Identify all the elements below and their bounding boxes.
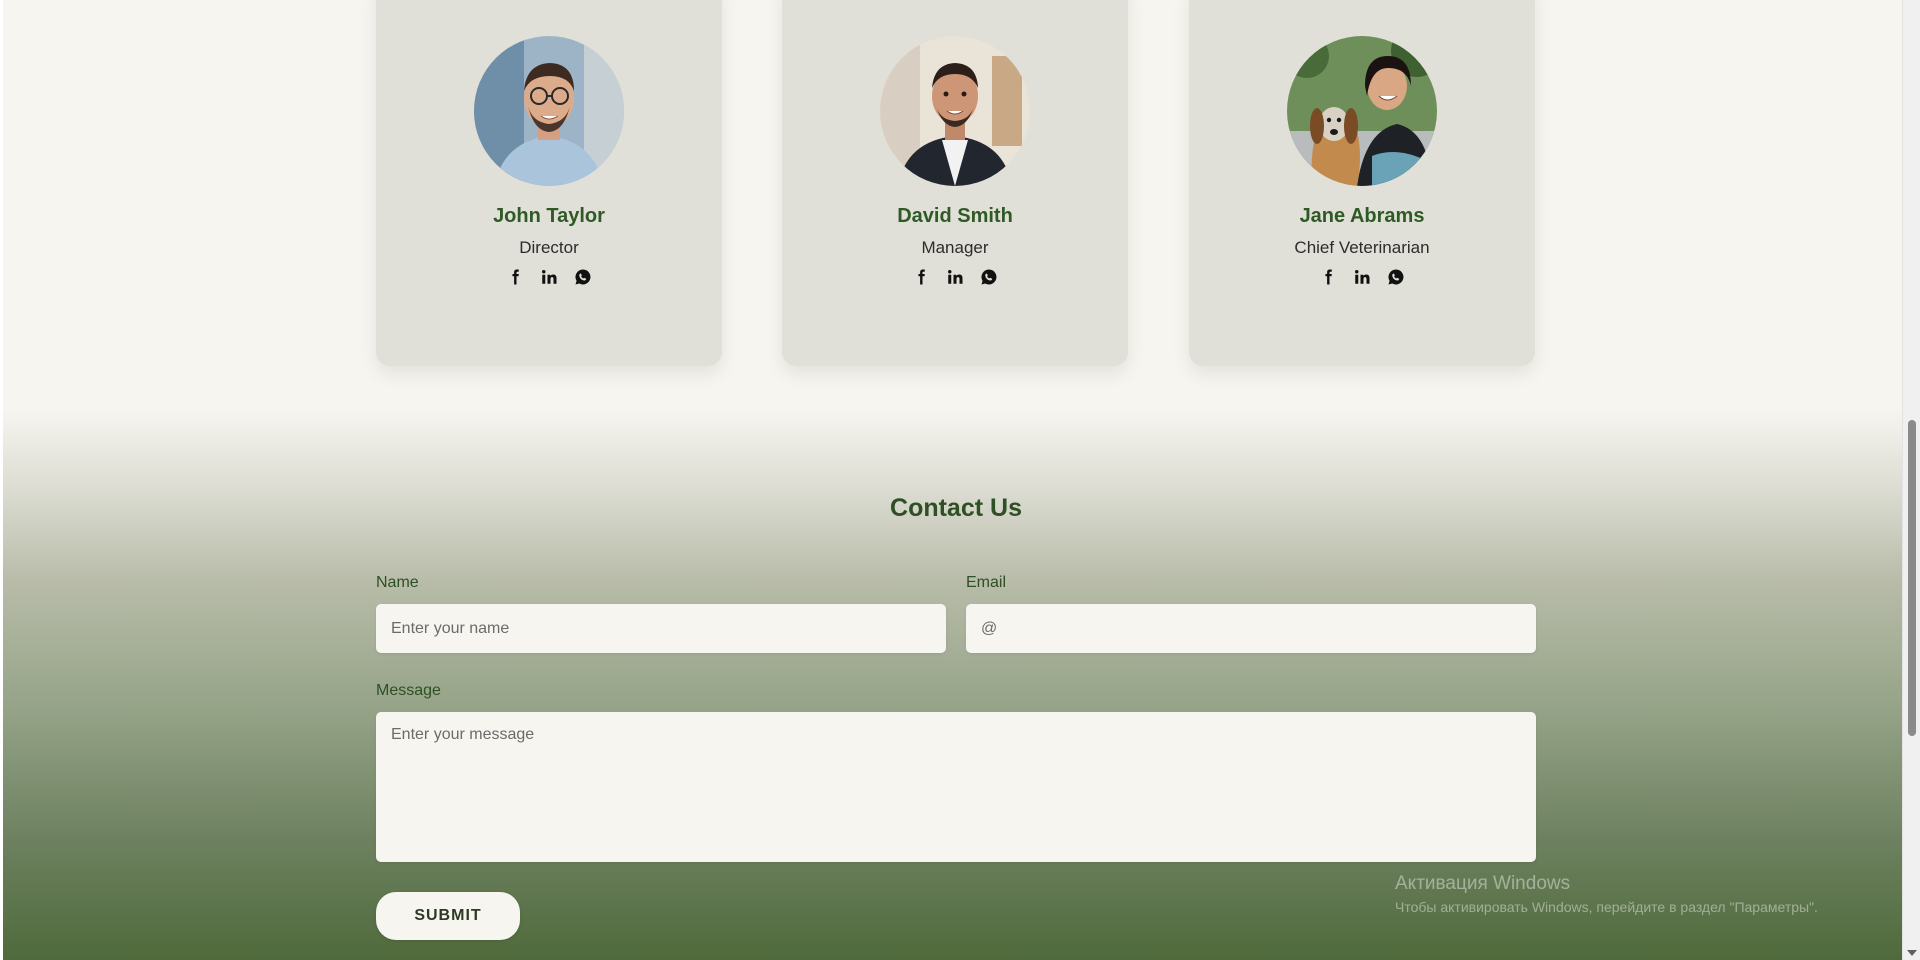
scrollbar-thumb[interactable] (1908, 420, 1916, 736)
email-label: Email (966, 574, 1007, 591)
windows-activation-watermark: Активация Windows Чтобы активировать Win… (1395, 873, 1818, 915)
linkedin-icon[interactable] (540, 268, 558, 286)
avatar-jane-abrams (1287, 36, 1437, 186)
member-name: David Smith (897, 205, 1013, 227)
facebook-icon[interactable] (1319, 268, 1337, 286)
team-card-john-taylor: John Taylor Director (376, 0, 722, 366)
team-card-jane-abrams: Jane Abrams Chief Veterinarian (1189, 0, 1535, 366)
vertical-scrollbar[interactable] (1902, 0, 1920, 960)
social-links (782, 268, 1128, 286)
member-name: Jane Abrams (1299, 205, 1425, 227)
linkedin-icon[interactable] (946, 268, 964, 286)
submit-button[interactable]: SUBMIT (376, 892, 520, 940)
avatar-david-smith (880, 36, 1030, 186)
member-role: Manager (921, 238, 989, 257)
team-card-david-smith: David Smith Manager (782, 0, 1128, 366)
team-section: John Taylor Director David Smith Manager… (376, 0, 1536, 366)
page: John Taylor Director David Smith Manager… (0, 0, 1902, 960)
linkedin-icon[interactable] (1353, 268, 1371, 286)
watermark-subtitle: Чтобы активировать Windows, перейдите в … (1395, 899, 1818, 915)
whatsapp-icon[interactable] (980, 268, 998, 286)
whatsapp-icon[interactable] (1387, 268, 1405, 286)
facebook-icon[interactable] (506, 268, 524, 286)
avatar-john-taylor (474, 36, 624, 186)
social-links (376, 268, 722, 286)
contact-title: Contact Us (890, 494, 1022, 522)
member-name: John Taylor (493, 205, 605, 227)
watermark-title: Активация Windows (1395, 873, 1571, 894)
member-role: Chief Veterinarian (1294, 238, 1430, 257)
message-label: Message (376, 682, 441, 699)
whatsapp-icon[interactable] (574, 268, 592, 286)
social-links (1189, 268, 1535, 286)
facebook-icon[interactable] (912, 268, 930, 286)
scroll-down-arrow-icon[interactable] (1907, 950, 1917, 956)
name-input[interactable] (376, 604, 946, 653)
message-textarea[interactable] (376, 712, 1536, 862)
email-input[interactable] (966, 604, 1536, 653)
member-role: Director (519, 238, 579, 257)
name-label: Name (376, 574, 419, 591)
